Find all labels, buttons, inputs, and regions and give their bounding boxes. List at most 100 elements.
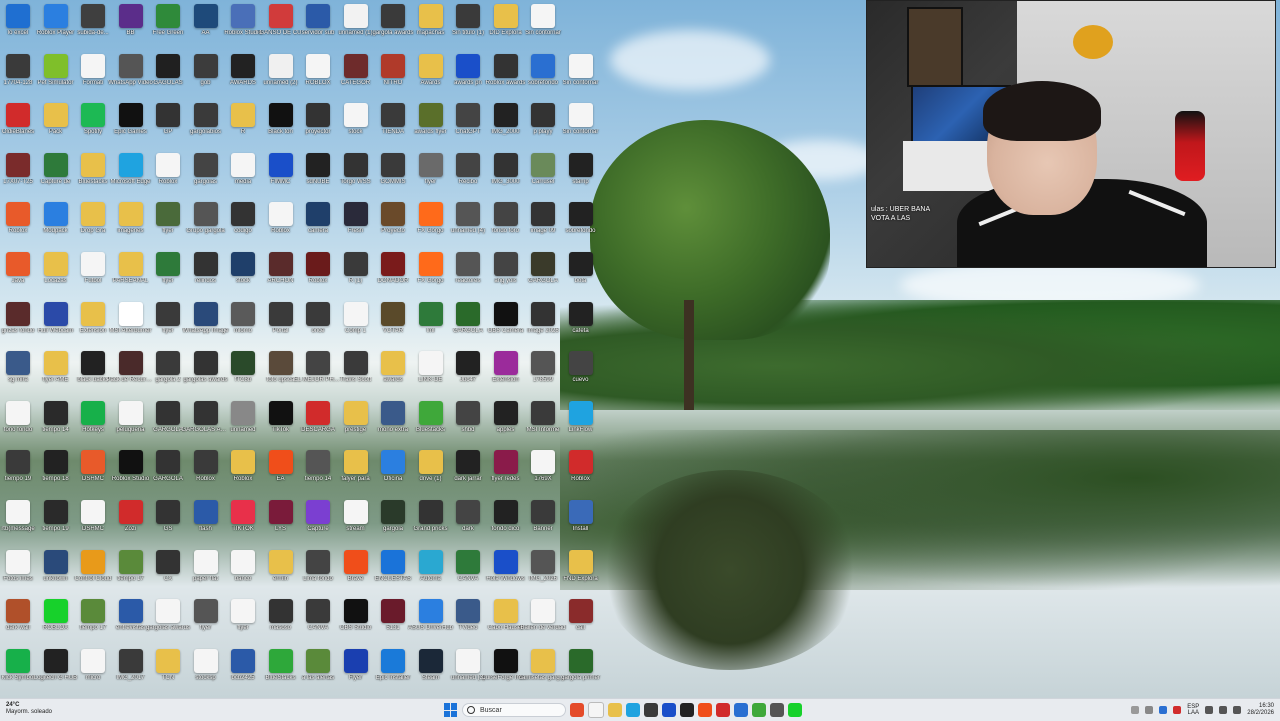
- desktop-icon[interactable]: LinkFlow: [557, 399, 605, 449]
- app-icon: [193, 53, 218, 78]
- desktop-icon[interactable]: cafeta: [557, 300, 605, 350]
- app-icon: [568, 648, 593, 673]
- desktop-icon[interactable]: gargola primer: [557, 647, 605, 697]
- clock[interactable]: 16:30 28/2/2026: [1247, 703, 1274, 717]
- app-icon: [156, 202, 180, 227]
- app-icon: [156, 103, 180, 128]
- desktop-icon[interactable]: cuevo: [557, 349, 605, 399]
- mic-icon[interactable]: [1173, 706, 1182, 714]
- app-icon: [43, 599, 68, 624]
- desktop-icon-label: Install: [572, 526, 589, 532]
- app-icon: [118, 152, 143, 177]
- brave-icon[interactable]: [698, 703, 712, 717]
- desktop-icon[interactable]: Sin contornar: [519, 2, 567, 52]
- app-icon: [6, 252, 30, 276]
- app-icon[interactable]: [752, 703, 766, 717]
- taskbar-center: Buscar: [444, 701, 802, 719]
- app-icon: [456, 202, 480, 227]
- desktop-icon[interactable]: Roblox: [557, 448, 605, 498]
- app-icon: [268, 202, 293, 227]
- app-icon: [343, 152, 368, 177]
- taskbar-search[interactable]: Buscar: [462, 703, 566, 717]
- desktop-icon[interactable]: Sin contornar: [557, 52, 605, 102]
- app-icon: [231, 4, 255, 28]
- task-view-icon[interactable]: [570, 703, 584, 717]
- app-icon: [493, 351, 518, 376]
- desktop-icon-label: Sin contornar: [562, 129, 599, 136]
- desktop-icon-label: bota: [574, 278, 587, 284]
- chevron-up-icon[interactable]: [1131, 706, 1140, 714]
- app-icon[interactable]: [770, 703, 784, 717]
- app-icon: [343, 500, 368, 524]
- volume-icon[interactable]: [1219, 706, 1228, 714]
- app-icon: [268, 53, 293, 78]
- app-icon: [418, 500, 443, 524]
- app-icon: [306, 351, 330, 376]
- app-icon: [381, 53, 405, 78]
- desktop-icon[interactable]: call: [557, 597, 605, 647]
- app-icon: [456, 648, 480, 673]
- app-icon: [568, 450, 593, 475]
- app-icon: [43, 301, 68, 326]
- app-icon: [531, 500, 555, 524]
- desktop-icon[interactable]: Install: [557, 498, 605, 548]
- app-icon: [6, 500, 30, 524]
- app-icon: [531, 4, 555, 28]
- app-icon: [193, 301, 218, 326]
- app-icon: [231, 202, 255, 227]
- app-icon: [531, 53, 555, 78]
- network-icon[interactable]: [1205, 706, 1214, 714]
- app-icon: [268, 4, 293, 28]
- file-explorer-icon[interactable]: [608, 703, 622, 717]
- desktop-icon-label: Roblox: [571, 476, 590, 483]
- desktop-icon-label: LinkFlow: [568, 426, 593, 433]
- app-icon: [231, 152, 255, 177]
- weather-widget[interactable]: 24°C Mayorm. soleado: [6, 702, 52, 716]
- app-icon: [43, 549, 68, 574]
- app-icon: [493, 648, 518, 673]
- app-icon: [6, 648, 30, 673]
- app-icon: [118, 53, 143, 78]
- app-icon: [81, 103, 105, 128]
- app-icon: [43, 53, 68, 78]
- microphone: [1175, 111, 1205, 181]
- desktop-icon[interactable]: sobrefondo: [557, 200, 605, 250]
- clock-date: 28/2/2026: [1247, 710, 1274, 716]
- widgets-icon[interactable]: [588, 702, 604, 718]
- app-icon[interactable]: [662, 703, 676, 717]
- desktop-icon[interactable]: FND Explora: [557, 548, 605, 598]
- app-icon: [156, 500, 180, 524]
- app-icon: [456, 152, 480, 177]
- app-icon: [418, 4, 443, 28]
- app-icon[interactable]: [716, 703, 730, 717]
- desktop-icon[interactable]: Sin contornar: [557, 101, 605, 151]
- app-icon: [268, 648, 293, 673]
- app-icon: [81, 500, 105, 524]
- desktop-icon[interactable]: bota: [557, 250, 605, 300]
- app-icon: [381, 549, 405, 574]
- app-icon: [43, 400, 68, 425]
- kick-icon[interactable]: [788, 703, 802, 717]
- app-icon[interactable]: [644, 703, 658, 717]
- edge-icon[interactable]: [626, 703, 640, 717]
- msi-icon[interactable]: [680, 703, 694, 717]
- start-button[interactable]: [444, 703, 458, 717]
- app-icon: [81, 301, 105, 326]
- app-icon: [381, 301, 405, 326]
- battery-icon[interactable]: [1233, 706, 1242, 714]
- app-icon: [568, 549, 593, 574]
- app-icon: [118, 301, 143, 326]
- app-icon[interactable]: [734, 703, 748, 717]
- app-icon: [531, 450, 555, 475]
- app-icon: [43, 500, 68, 524]
- language-indicator[interactable]: ESP LAA: [1187, 704, 1199, 716]
- app-icon: [6, 549, 30, 574]
- app-icon: [268, 152, 293, 177]
- app-icon: [531, 152, 555, 177]
- desktop-icon-label: cuevo: [572, 377, 589, 384]
- app-icon: [381, 152, 405, 177]
- app-tray-icon[interactable]: [1145, 706, 1154, 714]
- app-icon: [6, 4, 30, 28]
- app-tray-icon[interactable]: [1159, 706, 1168, 714]
- desktop-icon[interactable]: stamp: [557, 151, 605, 201]
